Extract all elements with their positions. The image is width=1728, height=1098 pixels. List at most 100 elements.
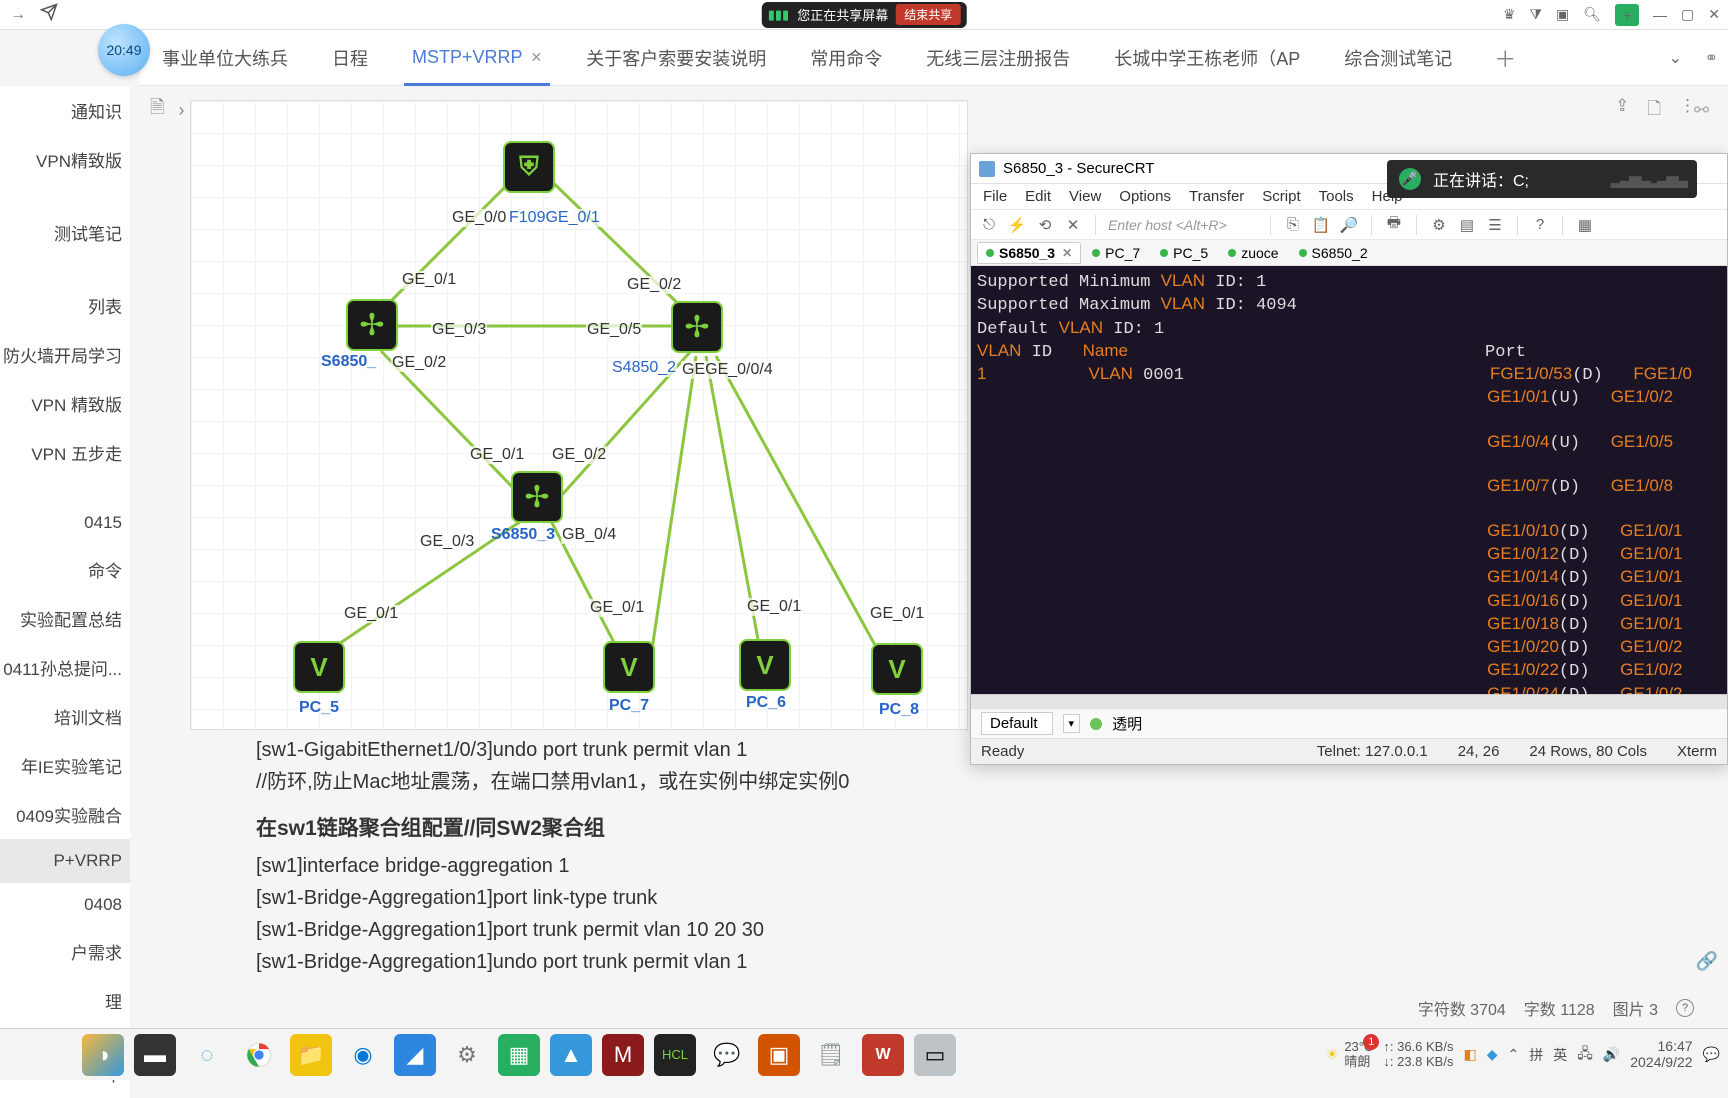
horizontal-scrollbar[interactable] [971,694,1727,708]
session-tab[interactable]: S6850_2 [1290,242,1377,264]
quick-connect-icon[interactable]: ⚡ [1007,215,1027,235]
host-input[interactable]: Enter host <Alt+R> [1108,217,1258,233]
minimize-icon[interactable]: — [1653,7,1667,23]
window-icon[interactable]: ▭ [914,1034,956,1076]
add-button[interactable]: + [1615,4,1639,26]
tab-settings-icon[interactable]: ⚭ [1705,48,1718,68]
list-item[interactable]: 培训文档 [0,692,130,741]
securecrt-window[interactable]: S6850_3 - SecureCRT File Edit View Optio… [970,153,1728,765]
forward-arrow-icon[interactable]: → [10,6,26,24]
notes-icon[interactable]: 🗒 [810,1034,852,1076]
help-icon[interactable]: ? [1676,999,1694,1017]
list-item[interactable]: 户需求 [0,927,130,976]
tab-item[interactable]: 长城中学王栋老师（AP [1092,30,1322,86]
connector-icon[interactable]: ⚯ [1694,100,1722,121]
list-item[interactable]: 列表 [0,281,130,330]
session-tab[interactable]: PC_5 [1151,242,1217,264]
file-icon[interactable]: 🗎 [150,95,164,125]
end-share-button[interactable]: 结束共享 [896,4,960,25]
list-item-selected[interactable]: P+VRRP [0,839,130,883]
link-icon[interactable]: 🔗 [1696,951,1718,972]
list-item[interactable] [0,184,130,208]
list-item[interactable]: 理 [0,976,130,1025]
app-launcher-icon[interactable]: ◑ [82,1034,124,1076]
panel-icon[interactable]: ▣ [1556,6,1569,23]
ime-pin[interactable]: 拼 [1529,1045,1543,1065]
wechat-icon[interactable]: 💬 [706,1034,748,1076]
list-item[interactable]: 0415 [0,501,130,545]
tab-close-icon[interactable]: ✕ [531,49,543,66]
files-icon[interactable]: ▬ [134,1034,176,1076]
app-icon[interactable]: M [602,1034,644,1076]
ime-en[interactable]: 英 [1553,1045,1567,1065]
extension-icon[interactable]: ⧩ [1530,6,1543,23]
firewall-node[interactable]: ⛨ [503,141,555,193]
list-item[interactable]: 0409实验融合 [0,790,130,839]
profile-select[interactable]: Default [981,712,1053,735]
menu-view[interactable]: View [1069,188,1101,205]
find-icon[interactable]: 🔎 [1339,215,1359,235]
pc-node[interactable]: V [603,641,655,693]
send-icon[interactable] [40,3,58,26]
log-icon[interactable]: ☰ [1485,215,1505,235]
chevron-right-icon[interactable]: › [178,100,184,121]
list-item[interactable]: 年IE实验笔记 [0,741,130,790]
chevron-down-icon[interactable]: ▾ [1063,714,1081,733]
menu-script[interactable]: Script [1262,188,1300,205]
close-icon[interactable]: ✕ [1708,6,1720,23]
list-item[interactable]: 防火墙开局学习 [0,330,130,379]
app-icon[interactable]: ▲ [550,1034,592,1076]
tab-item[interactable]: 日程 [310,30,390,86]
export-icon[interactable]: ⇪ [1615,96,1629,125]
edge-icon[interactable]: ◉ [342,1034,384,1076]
tab-item[interactable]: 综合测试笔记 [1322,30,1474,86]
list-item[interactable]: 命令 [0,545,130,594]
pc-node[interactable]: V [871,643,923,695]
session-icon[interactable]: ▤ [1457,215,1477,235]
list-item[interactable] [0,257,130,281]
list-item[interactable]: 0408 [0,883,130,927]
list-item[interactable] [0,477,130,501]
hcl-icon[interactable]: HCL [654,1034,696,1076]
tab-item-active[interactable]: MSTP+VRRP✕ [390,30,564,86]
session-tab[interactable]: zuoce [1219,242,1287,264]
tray-app-icon[interactable]: ◧ [1463,1046,1476,1063]
clock[interactable]: 16:47 2024/9/22 [1630,1039,1692,1070]
app-icon[interactable]: ▦ [498,1034,540,1076]
list-item[interactable]: 测试笔记 [0,208,130,257]
network-icon[interactable]: 🖧 [1577,1043,1593,1067]
print-icon[interactable]: 🖶 [1384,215,1404,235]
switch-node[interactable]: ✢ [346,299,398,351]
tabs-overflow-icon[interactable]: ⌄ [1669,48,1682,68]
speaking-overlay[interactable]: 🎤 正在讲话：C; ▂▃▅▃▂▃▅▃ [1387,160,1697,198]
list-item[interactable]: 实验配置总结 [0,594,130,643]
menu-edit[interactable]: Edit [1025,188,1051,205]
switch-node[interactable]: ✢ [511,471,563,523]
transparency-label[interactable]: 透明 [1112,713,1142,734]
menu-file[interactable]: File [983,188,1007,205]
document-body[interactable]: [sw1-GigabitEthernet1/0/3]undo port trun… [256,734,956,978]
paste-icon[interactable]: 📋 [1311,215,1331,235]
reconnect-icon[interactable]: ⟲ [1035,215,1055,235]
terminal-output[interactable]: Supported Minimum VLAN ID: 1 Supported M… [971,266,1727,694]
disconnect-icon[interactable]: ✕ [1063,215,1083,235]
maximize-icon[interactable]: ▢ [1681,6,1694,23]
app-icon[interactable]: ▣ [758,1034,800,1076]
tab-item[interactable]: 常用命令 [788,30,904,86]
tray-chevron-icon[interactable]: ⌃ [1507,1046,1519,1063]
page-icon[interactable]: 🗋 [1647,96,1661,125]
tray-app-icon[interactable]: ◆ [1487,1046,1498,1063]
folder-icon[interactable]: 📁 [290,1034,332,1076]
extra-icon[interactable]: ▦ [1575,215,1595,235]
weather-widget[interactable]: ☀ 23°C 晴朗 [1326,1040,1374,1069]
switch-node[interactable]: ✢ [671,301,723,353]
list-item[interactable]: VPN 五步走 [0,428,130,477]
mic-icon[interactable]: 🎤 [1399,168,1421,190]
list-item[interactable]: VPN精致版 [0,135,130,184]
list-item[interactable]: 通知识 [0,86,130,135]
tab-close-icon[interactable]: ✕ [1062,246,1072,260]
gear-icon[interactable]: ⚙ [446,1034,488,1076]
network-speed[interactable]: ↑: 36.6 KB/s ↓: 23.8 KB/s [1383,1040,1453,1069]
search-icon[interactable]: 🔍︎ [1583,6,1601,23]
help-icon[interactable]: ? [1530,215,1550,235]
